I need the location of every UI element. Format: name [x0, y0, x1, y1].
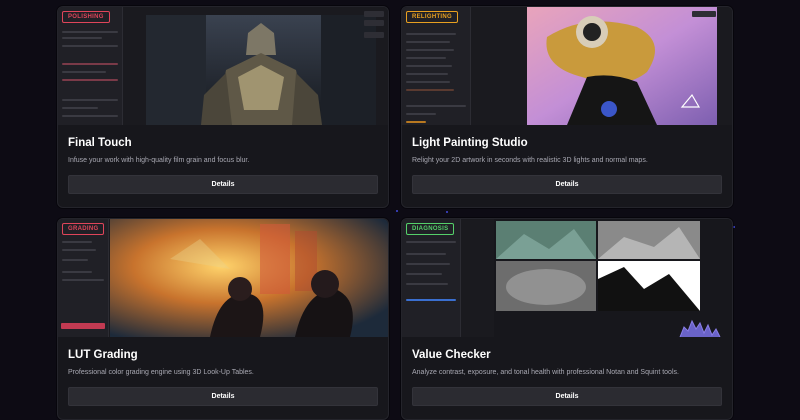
tool-label: DIAGNOSIS: [406, 223, 455, 235]
toolbar-chip: [692, 11, 716, 17]
tool-label: RELIGHTING: [406, 11, 458, 23]
card-title: Final Touch: [68, 137, 132, 149]
armor-artwork: [146, 15, 376, 125]
toolbar-chip: [364, 20, 384, 26]
star-dot: [733, 226, 735, 228]
card-description: Relight your 2D artwork in seconds with …: [412, 157, 648, 164]
product-card-light-painting-studio: RELIGHTING Light Painting Studio Relight…: [401, 6, 733, 208]
toolbar-chip: [364, 11, 384, 17]
preview-screenshot: DIAGNOSIS: [402, 219, 732, 337]
preview-screenshot: RELIGHTING: [402, 7, 732, 125]
tool-label: POLISHING: [62, 11, 110, 23]
toolbar-chip: [364, 32, 384, 38]
preview-screenshot: GRADING: [58, 219, 388, 337]
city-battle-artwork: [110, 219, 388, 337]
product-card-lut-grading: GRADING LUT Grading Professional color g…: [57, 218, 389, 420]
value-grid-artwork: [494, 219, 732, 337]
preview-screenshot: POLISHING: [58, 7, 388, 125]
tool-sidebar: POLISHING: [58, 7, 123, 125]
card-description: Professional color grading engine using …: [68, 369, 254, 376]
card-title: Light Painting Studio: [412, 137, 528, 149]
product-card-final-touch: POLISHING Final Touch Infuse your work w…: [57, 6, 389, 208]
apply-lut-button: [61, 323, 105, 329]
tool-label: GRADING: [62, 223, 105, 235]
details-button[interactable]: Details: [412, 175, 722, 194]
card-title: Value Checker: [412, 349, 491, 361]
star-dot: [396, 210, 398, 212]
card-description: Analyze contrast, exposure, and tonal he…: [412, 369, 679, 376]
tool-sidebar: RELIGHTING: [402, 7, 471, 125]
card-description: Infuse your work with high-quality film …: [68, 157, 250, 164]
star-dot: [446, 211, 448, 213]
tool-sidebar: GRADING: [58, 219, 109, 337]
details-button[interactable]: Details: [68, 387, 378, 406]
details-button[interactable]: Details: [412, 387, 722, 406]
tool-sidebar: DIAGNOSIS: [402, 219, 461, 337]
details-button[interactable]: Details: [68, 175, 378, 194]
product-card-value-checker: DIAGNOSIS Value Checker Analyze contrast…: [401, 218, 733, 420]
frog-artwork: [527, 7, 717, 125]
card-title: LUT Grading: [68, 349, 138, 361]
